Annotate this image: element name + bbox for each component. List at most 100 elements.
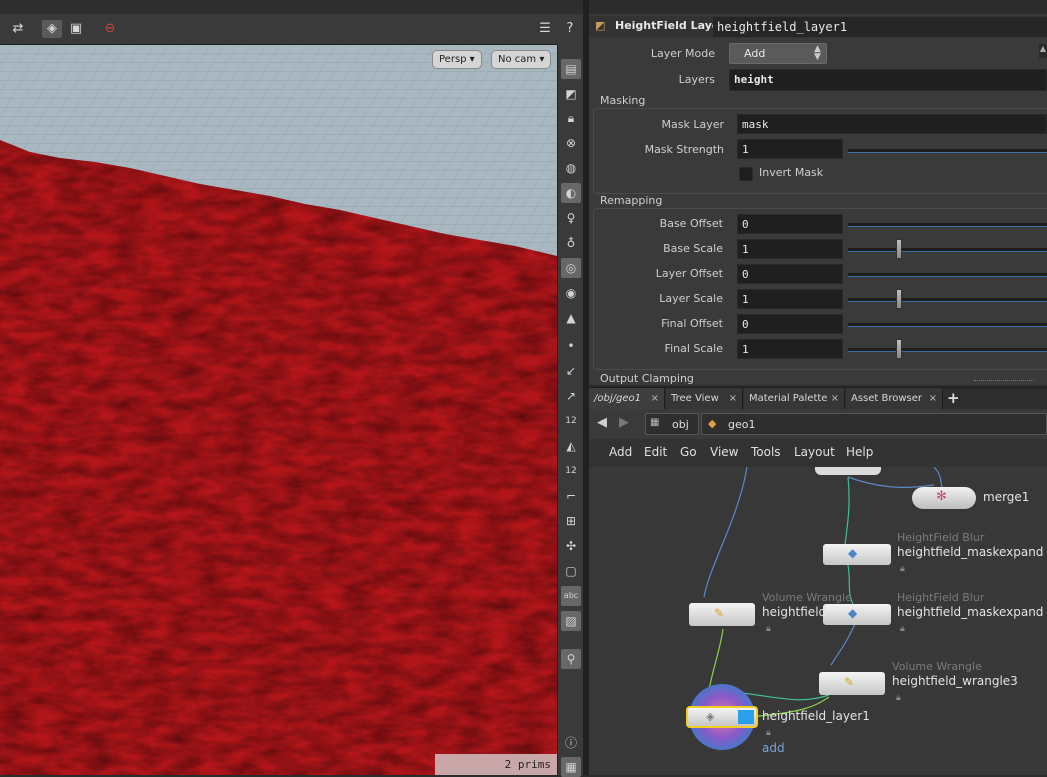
base-scale-field[interactable]: 1 [737,239,843,259]
info-icon[interactable]: ⓘ [561,733,581,753]
tab-tree-view[interactable]: Tree View × [666,388,743,410]
camera-label: No cam [498,54,537,65]
render-icon[interactable]: ▲ [561,308,581,328]
transform-mode-icon[interactable]: ⇄ [8,20,28,38]
scroll-up-icon[interactable]: ▲ [1039,44,1047,58]
final-scale-slider[interactable] [848,348,1047,352]
paint-icon[interactable]: ◭ [561,436,581,456]
prim-numbers-icon[interactable]: 12 [561,461,581,481]
base-scale-knob[interactable] [896,239,902,259]
base-offset-field[interactable]: 0 [737,214,843,234]
blur1-node-name: heightfield_maskexpand [897,545,1044,559]
vector-icon[interactable]: ↗ [561,386,581,406]
final-offset-slider[interactable] [848,323,1047,327]
menu-add[interactable]: Add [609,445,632,459]
light-icon[interactable]: ◐ [561,183,581,203]
display-options-icon[interactable]: ▣ [66,20,86,38]
viewport-render [0,44,557,775]
pin-icon[interactable]: ⚲ [561,649,581,669]
head-light-icon[interactable]: ♁ [561,233,581,253]
menu-layout[interactable]: Layout [794,445,835,459]
node-name-field[interactable]: heightfield_layer1 [713,17,1047,37]
resize-grip[interactable] [974,380,1034,385]
layer-scale-slider[interactable] [848,298,1047,302]
menu-help[interactable]: Help [846,445,873,459]
help-icon[interactable]: ? [560,20,580,38]
volume-wrangle3-node[interactable]: ✎ [819,672,885,695]
base-scale-label: Base Scale [663,242,723,255]
tab-asset-browser[interactable]: Asset Browser × [846,388,943,410]
add-tab-button[interactable]: + [947,389,960,407]
wireframe-icon[interactable]: ▢ [561,561,581,581]
lock-icon: 🔒︎ [900,624,905,634]
merge-node[interactable]: ✻ [912,487,976,509]
lock-icon[interactable]: 🔒︎ [561,108,581,128]
snapshot-icon[interactable]: ◎ [561,258,581,278]
scene-viewport[interactable] [0,0,557,775]
viewport-side-toolbar: ▤ ◩ 🔒︎ ⊗ ◍ ◐ ♀ ♁ ◎ ◉ ▲ • ↙ ↗ 12 ◭ 12 ⌐ ⊞… [557,44,584,777]
display-flag-icon[interactable] [738,710,754,724]
geometry-select-icon[interactable]: ◈ [42,20,62,38]
layer-scale-knob[interactable] [896,289,902,309]
view-layout-icon[interactable]: ☰ [535,20,555,38]
heightfield-blur-node-1[interactable]: ◆ [823,544,891,565]
visibility-icon[interactable]: ◉ [561,283,581,303]
menu-go[interactable]: Go [680,445,697,459]
mask-strength-slider[interactable] [848,149,1047,153]
close-icon[interactable]: × [729,388,737,410]
path-obj-crumb[interactable]: ▦ obj [645,413,699,435]
target-icon[interactable]: ✣ [561,536,581,556]
parameter-panel: ◩ HeightField Layer heightfield_layer1 ▲… [589,0,1047,385]
forward-arrow-icon[interactable]: ▶ [619,415,629,430]
layer-offset-field[interactable]: 0 [737,264,843,284]
no-entry-icon[interactable]: ⊖ [100,20,120,38]
sphere-icon[interactable]: ◍ [561,158,581,178]
layer-mode-dropdown[interactable]: Add ▲ ▼ [729,43,827,64]
layers-field[interactable]: height [729,69,1047,91]
base-scale-slider[interactable] [848,248,1047,252]
layer-scale-field[interactable]: 1 [737,289,843,309]
heightfield-icon: ◆ [848,546,858,560]
remapping-title: Remapping [600,194,663,207]
light-bulb-icon[interactable]: ♀ [561,208,581,228]
heightfield-blur-node-2[interactable]: ◆ [823,604,891,625]
close-icon[interactable]: × [831,388,839,410]
invert-mask-checkbox[interactable] [739,167,753,181]
heightfield-layer-node[interactable]: ◈ [686,706,758,728]
obj-icon: ▦ [650,417,660,428]
point-numbers-icon[interactable]: 12 [561,411,581,431]
final-scale-knob[interactable] [896,339,902,359]
base-offset-slider[interactable] [848,223,1047,227]
grid-icon[interactable]: ⊞ [561,511,581,531]
menu-view[interactable]: View [710,445,738,459]
merge-icon: ✻ [936,489,947,504]
abc-icon[interactable]: abc [561,586,581,606]
network-canvas[interactable]: ✻ merge1 HeightField Blur ◆ heightfield_… [589,467,1047,775]
layer-offset-slider[interactable] [848,273,1047,277]
camera-dropdown[interactable]: No cam ▾ [491,50,552,69]
menu-edit[interactable]: Edit [644,445,667,459]
camera-view-dropdown[interactable]: Persp ▾ [432,50,482,69]
close-icon[interactable]: × [929,388,937,410]
normal-icon[interactable]: ↙ [561,361,581,381]
close-icon[interactable]: × [651,388,659,410]
back-arrow-icon[interactable]: ◀ [597,415,607,430]
path-geo1-crumb[interactable]: ◆ geo1 [701,413,1047,435]
select-icon[interactable]: ◩ [561,84,581,104]
mask-strength-field[interactable]: 1 [737,139,843,159]
layout-icon[interactable]: ▦ [561,757,581,777]
final-offset-field[interactable]: 0 [737,314,843,334]
ghost-icon[interactable]: ⊗ [561,133,581,153]
point-icon[interactable]: • [561,336,581,356]
image-icon[interactable]: ▨ [561,611,581,631]
view-icon[interactable]: ▤ [561,59,581,79]
volume-wrangle-node[interactable]: ✎ [689,603,755,626]
node-wires [703,467,945,718]
final-scale-field[interactable]: 1 [737,339,843,359]
tab-material-palette[interactable]: Material Palette × [744,388,845,410]
menu-tools[interactable]: Tools [751,445,781,459]
transform-node[interactable] [815,467,881,475]
tab-obj-geo1[interactable]: /obj/geo1 × [589,388,665,410]
frame-icon[interactable]: ⌐ [561,486,581,506]
mask-layer-field[interactable]: mask [737,114,1047,134]
